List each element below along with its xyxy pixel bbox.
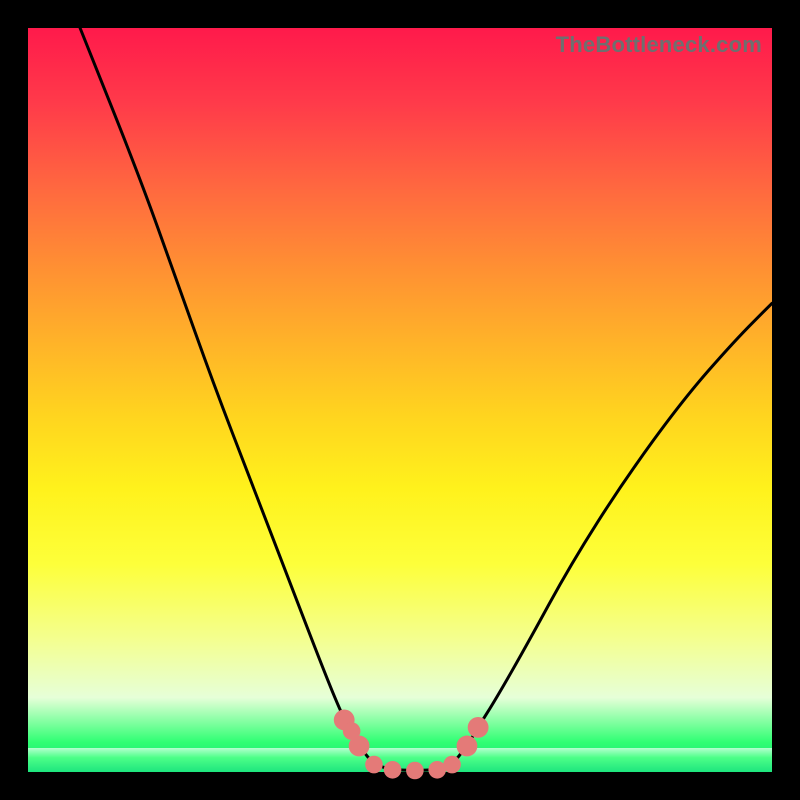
watermark-text: TheBottleneck.com [556, 32, 762, 58]
marker-point [468, 717, 489, 738]
marker-group [334, 710, 489, 780]
marker-point [406, 762, 424, 780]
plot-area: TheBottleneck.com [28, 28, 772, 772]
marker-point [384, 761, 402, 779]
outer-frame: TheBottleneck.com [0, 0, 800, 800]
marker-point [349, 736, 370, 757]
series-right-branch [452, 303, 772, 764]
curve-group [80, 28, 772, 770]
series-left-branch [80, 28, 374, 765]
marker-point [457, 736, 478, 757]
curve-svg [28, 28, 772, 772]
marker-point [365, 756, 383, 774]
marker-point [443, 756, 461, 774]
